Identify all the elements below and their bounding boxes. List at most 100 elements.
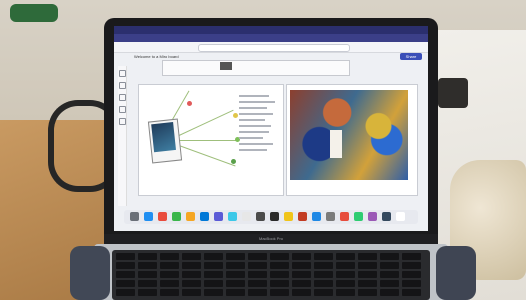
dock-app-icon[interactable] [242, 212, 251, 221]
keyboard-key [270, 262, 289, 269]
keyboard-key [358, 280, 377, 287]
keyboard-key [160, 280, 179, 287]
keyboard-key [270, 280, 289, 287]
keyboard-key [402, 253, 421, 260]
dock-app-icon[interactable] [354, 212, 363, 221]
keyboard-key [138, 271, 157, 278]
keyboard-key [160, 253, 179, 260]
black-box [438, 78, 468, 108]
keyboard-key [292, 271, 311, 278]
brand-label: MacBook Pro [258, 236, 283, 241]
dock-app-icon[interactable] [130, 212, 139, 221]
keyboard-key [358, 262, 377, 269]
keyboard-key [160, 271, 179, 278]
mindmap-branch [178, 145, 236, 167]
mindmap-branch [178, 109, 234, 136]
laptop-screen: Welcome to a Miro board Share [114, 26, 428, 231]
laptop-bezel-chin: MacBook Pro [104, 234, 438, 244]
board-title: Welcome to a Miro board [134, 54, 179, 59]
keyboard-key [292, 289, 311, 296]
collage-artwork[interactable] [290, 90, 408, 180]
dock-app-icon[interactable] [256, 212, 265, 221]
keyboard-key [248, 271, 267, 278]
mindmap-node[interactable] [231, 159, 236, 164]
mindmap-node[interactable] [187, 101, 192, 106]
keyboard-key [358, 271, 377, 278]
dock-app-icon[interactable] [382, 212, 391, 221]
keyboard-key [292, 262, 311, 269]
dock-app-icon[interactable] [340, 212, 349, 221]
dock-app-icon[interactable] [214, 212, 223, 221]
dock-app-icon[interactable] [158, 212, 167, 221]
sticky-note-icon[interactable] [119, 94, 126, 101]
dock-app-icon[interactable] [396, 212, 405, 221]
keyboard-key [226, 262, 245, 269]
keyboard-key [226, 271, 245, 278]
keyboard-key [204, 253, 223, 260]
keyboard-key [138, 280, 157, 287]
keyboard-key [402, 280, 421, 287]
keyboard-key [204, 271, 223, 278]
right-glove [436, 246, 476, 300]
keyboard [112, 250, 430, 300]
keyboard-key [358, 253, 377, 260]
keyboard-key [248, 280, 267, 287]
keyboard-key [138, 289, 157, 296]
keyboard-key [226, 289, 245, 296]
keyboard-key [336, 262, 355, 269]
header-frame[interactable] [162, 60, 350, 76]
keyboard-key [380, 271, 399, 278]
dock-app-icon[interactable] [284, 212, 293, 221]
left-glove [70, 246, 110, 300]
keyboard-key [182, 289, 201, 296]
keyboard-key [402, 271, 421, 278]
header-image[interactable] [220, 62, 232, 70]
dock-app-icon[interactable] [312, 212, 321, 221]
text-tool-icon[interactable] [119, 82, 126, 89]
keyboard-key [270, 271, 289, 278]
keyboard-key [160, 262, 179, 269]
keyboard-key [160, 289, 179, 296]
dock-app-icon[interactable] [368, 212, 377, 221]
dock-app-icon[interactable] [326, 212, 335, 221]
dock-app-icon[interactable] [228, 212, 237, 221]
mac-menubar [114, 26, 428, 34]
polaroid-photo[interactable] [147, 118, 183, 164]
keyboard-key [292, 280, 311, 287]
keyboard-key [248, 262, 267, 269]
green-object [10, 4, 58, 22]
keyboard-key [314, 253, 333, 260]
keyboard-key [380, 289, 399, 296]
keyboard-key [204, 280, 223, 287]
pen-tool-icon[interactable] [119, 118, 126, 125]
keyboard-key [336, 280, 355, 287]
keyboard-key [226, 280, 245, 287]
address-bar[interactable] [198, 44, 350, 52]
keyboard-key [314, 271, 333, 278]
keyboard-key [270, 253, 289, 260]
keyboard-key [314, 289, 333, 296]
keyboard-key [182, 280, 201, 287]
dock-app-icon[interactable] [172, 212, 181, 221]
mindmap-node[interactable] [233, 113, 238, 118]
notes-column [239, 91, 279, 155]
keyboard-key [380, 262, 399, 269]
dock-app-icon[interactable] [270, 212, 279, 221]
keyboard-key [204, 289, 223, 296]
dock-app-icon[interactable] [186, 212, 195, 221]
select-tool-icon[interactable] [119, 70, 126, 77]
keyboard-key [336, 271, 355, 278]
keyboard-key [138, 253, 157, 260]
dock-app-icon[interactable] [298, 212, 307, 221]
shape-tool-icon[interactable] [119, 106, 126, 113]
share-button[interactable]: Share [400, 53, 422, 60]
keyboard-key [336, 253, 355, 260]
keyboard-key [402, 262, 421, 269]
dock-app-icon[interactable] [200, 212, 209, 221]
keyboard-key [116, 271, 135, 278]
browser-tab-strip[interactable] [114, 34, 428, 42]
keyboard-key [402, 289, 421, 296]
board-toolbar [118, 66, 127, 206]
dock-app-icon[interactable] [144, 212, 153, 221]
keyboard-key [336, 289, 355, 296]
